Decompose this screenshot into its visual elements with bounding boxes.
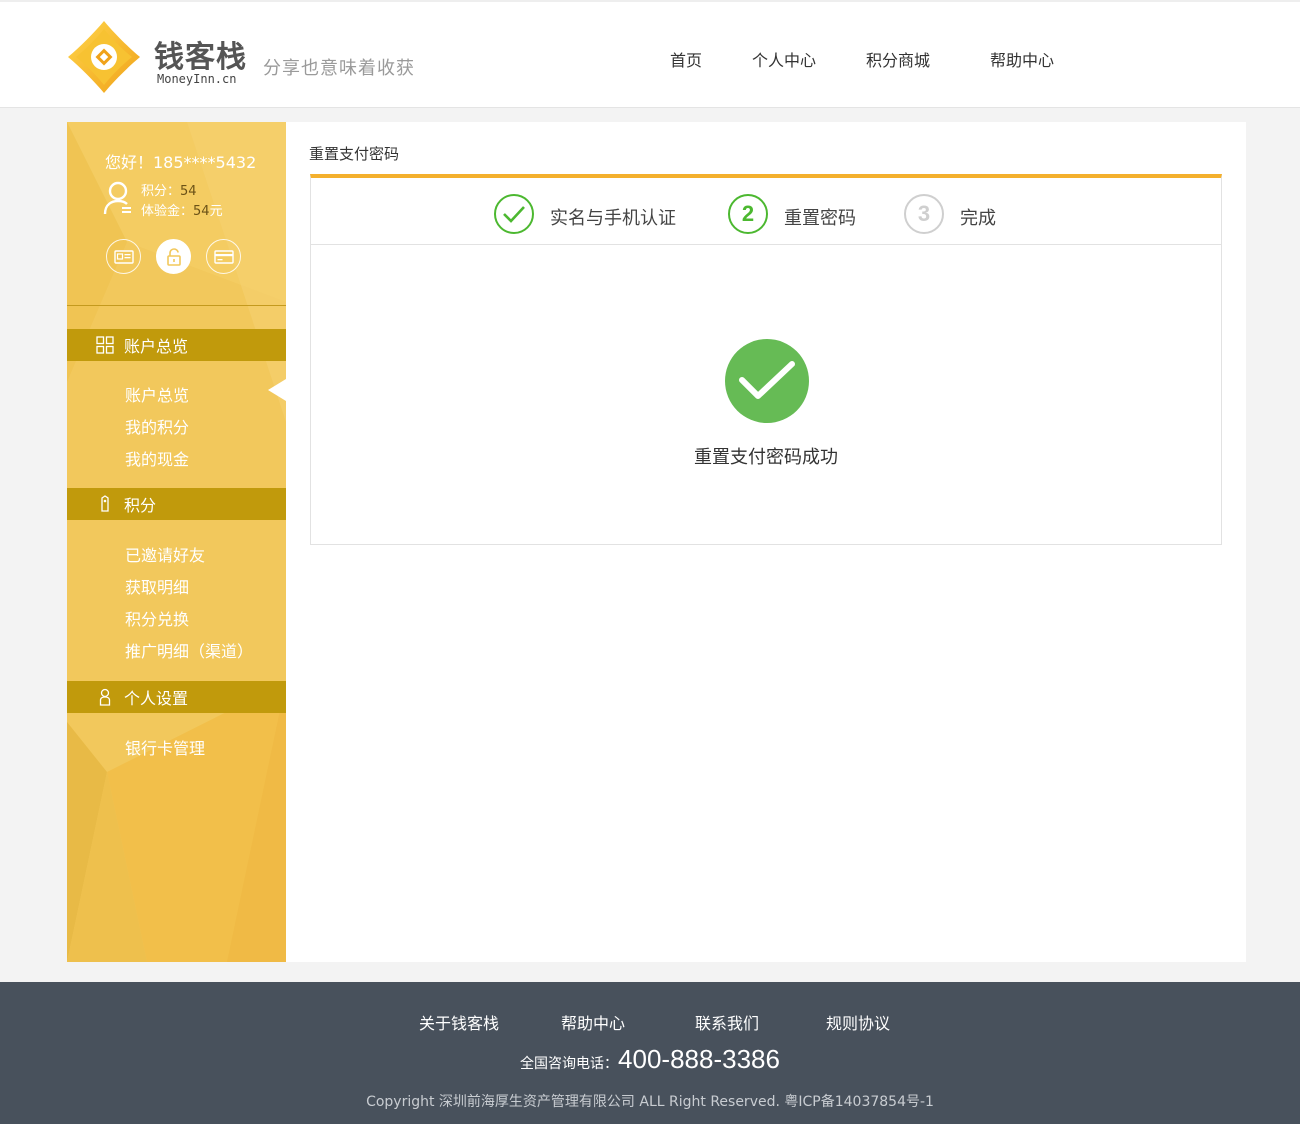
bank-card-icon (213, 249, 234, 264)
copyright-text: Copyright 深圳前海厚生资产管理有限公司 ALL Right Reser… (366, 1094, 934, 1110)
grid-icon (96, 336, 114, 354)
section-title: 个人设置 (124, 689, 189, 708)
nav-personal-center[interactable]: 个人中心 (752, 47, 816, 71)
sidebar-item-my-cash[interactable]: 我的现金 (125, 446, 189, 470)
footer-link-about[interactable]: 关于钱客栈 (419, 1010, 499, 1034)
step-1-label: 实名与手机认证 (550, 208, 676, 229)
unlock-icon (166, 247, 181, 266)
sidebar-item-bank-card-management[interactable]: 银行卡管理 (125, 735, 205, 759)
brand-slogan: 分享也意味着收获 (263, 58, 415, 79)
footer-link-help[interactable]: 帮助中心 (561, 1010, 625, 1034)
hotline: 全国咨询电话：400-888-3386 (0, 1044, 1300, 1075)
hotline-number: 400-888-3386 (618, 1044, 780, 1074)
bank-card-button[interactable] (206, 239, 241, 274)
sidebar: 您好！185****5432 积分：54 体验金：54元 账户总览 账户总览 我… (67, 122, 286, 962)
sidebar-divider (67, 305, 286, 306)
points-value: 54 (180, 184, 197, 199)
section-title: 积分 (124, 496, 157, 515)
points-stat: 积分：54 (141, 180, 197, 199)
sidebar-item-invited-friends[interactable]: 已邀请好友 (125, 542, 205, 566)
nav-points-mall[interactable]: 积分商城 (866, 47, 930, 71)
brand-domain: MoneyInn.cn (157, 72, 237, 86)
trial-fund-unit: 元 (209, 204, 223, 219)
section-title: 账户总览 (124, 337, 189, 356)
main-content: 重置支付密码 实名与手机认证 2 重置密码 3 完成 重置支付密码成功 (286, 122, 1246, 962)
trial-fund-stat: 体验金：54元 (141, 200, 223, 219)
trial-fund-label: 体验金： (141, 204, 194, 219)
step-2-number: 2 (728, 194, 768, 234)
hotline-label: 全国咨询电话： (520, 1056, 619, 1072)
brand-name: 钱客栈 (154, 40, 247, 75)
id-card-button[interactable] (106, 239, 141, 274)
success-message: 重置支付密码成功 (694, 447, 838, 468)
step-1-complete-icon (494, 194, 534, 234)
section-personal-settings: 个人设置 (67, 681, 286, 713)
nav-home[interactable]: 首页 (670, 47, 702, 71)
step-2-label: 重置密码 (784, 208, 856, 229)
user-profile-icon (103, 181, 131, 215)
footer-link-rules[interactable]: 规则协议 (826, 1010, 890, 1034)
logo-coin-icon[interactable] (66, 19, 142, 95)
section-points: 积分 (67, 488, 286, 520)
id-card-icon (113, 249, 134, 264)
tag-icon (101, 495, 109, 512)
sidebar-item-my-points[interactable]: 我的积分 (125, 414, 189, 438)
check-icon (503, 206, 525, 223)
sidebar-item-points-exchange[interactable]: 积分兑换 (125, 606, 189, 630)
points-label: 积分： (141, 184, 181, 199)
unlock-button[interactable] (156, 239, 191, 274)
step-3-number: 3 (904, 194, 944, 234)
sidebar-item-promotion-details[interactable]: 推广明细（渠道） (125, 638, 253, 662)
check-icon (739, 361, 795, 399)
step-3-label: 完成 (960, 208, 996, 229)
progress-steps: 实名与手机认证 2 重置密码 3 完成 (311, 178, 1221, 245)
person-icon (99, 688, 111, 706)
site-header: 钱客栈 MoneyInn.cn 分享也意味着收获 首页 个人中心 积分商城 帮助… (0, 0, 1300, 108)
active-item-indicator (268, 379, 286, 401)
sidebar-item-earning-details[interactable]: 获取明细 (125, 574, 189, 598)
site-footer: 关于钱客栈 帮助中心 联系我们 规则协议 全国咨询电话：400-888-3386… (0, 982, 1300, 1124)
section-account-overview: 账户总览 (67, 329, 286, 361)
footer-link-contact[interactable]: 联系我们 (695, 1010, 759, 1034)
trial-fund-value: 54 (193, 204, 210, 219)
reset-password-panel: 实名与手机认证 2 重置密码 3 完成 重置支付密码成功 (310, 174, 1222, 545)
page-title: 重置支付密码 (309, 145, 400, 163)
success-icon (725, 339, 809, 423)
sidebar-item-account-overview[interactable]: 账户总览 (125, 382, 189, 406)
user-greeting: 您好！185****5432 (105, 153, 257, 172)
nav-help-center[interactable]: 帮助中心 (990, 47, 1054, 71)
